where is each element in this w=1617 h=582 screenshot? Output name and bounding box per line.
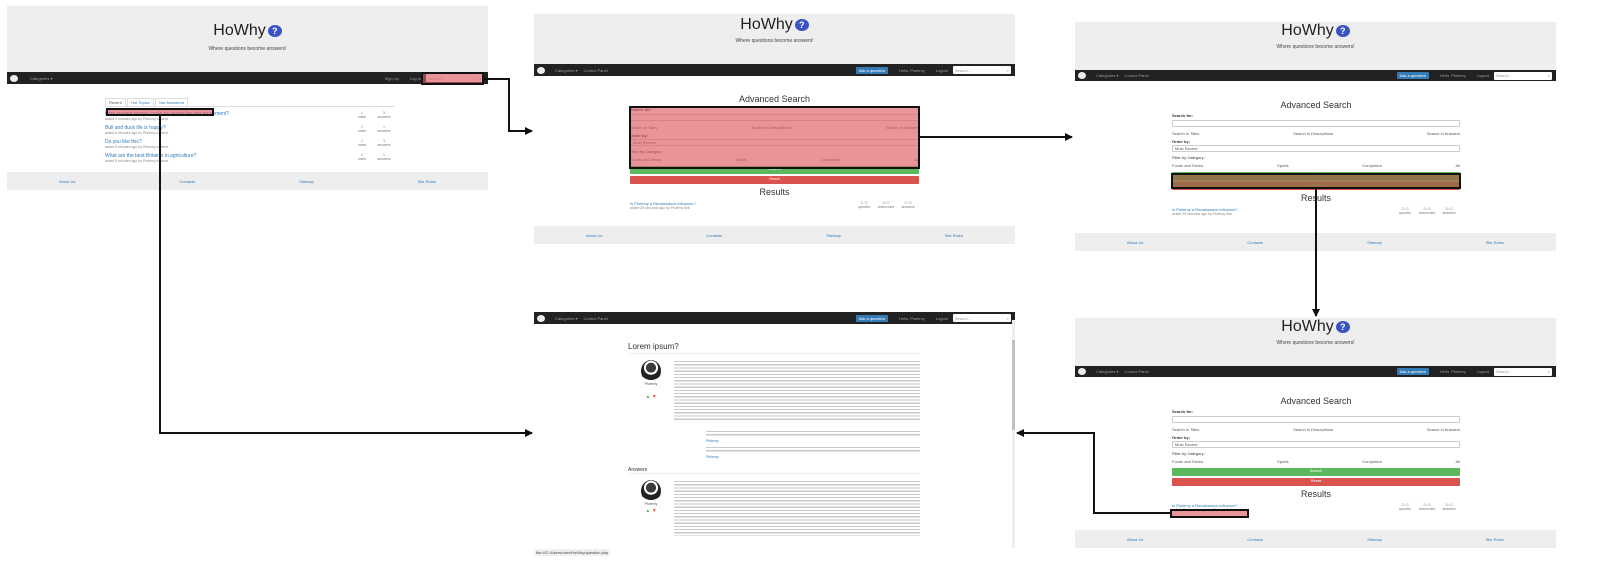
arrow-home-to-question bbox=[159, 116, 533, 437]
flow-arrows bbox=[159, 78, 1320, 514]
arrow-home-to-advanced bbox=[484, 78, 533, 135]
arrow-results-to-question bbox=[1016, 429, 1170, 514]
